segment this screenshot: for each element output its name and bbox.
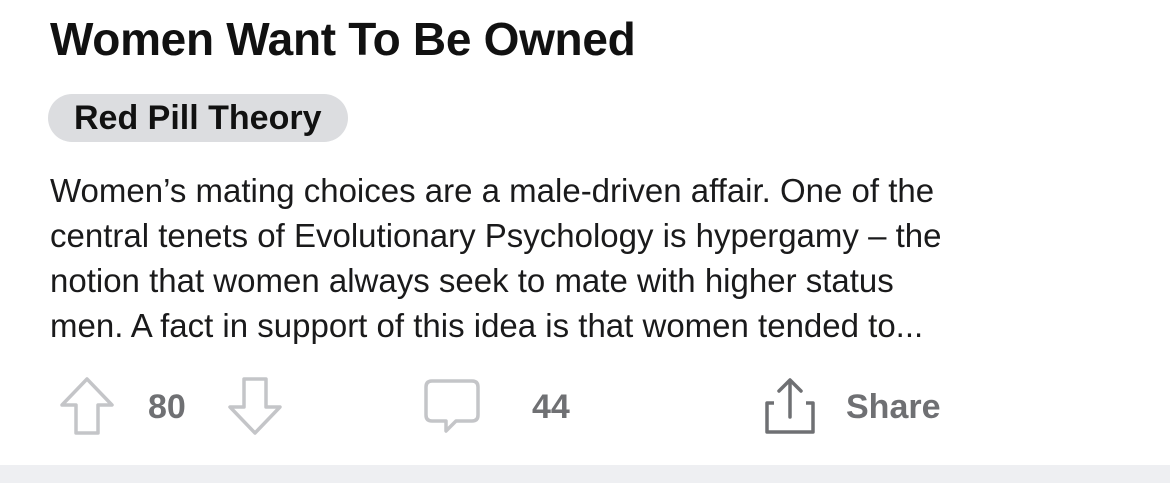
- arrow-down-icon: [228, 377, 282, 435]
- speech-bubble-icon: [424, 379, 480, 433]
- post-body-line: central tenets of Evolutionary Psycholog…: [50, 217, 942, 254]
- action-bar: 80 44 Share: [0, 375, 1170, 439]
- share-button[interactable]: Share: [760, 375, 960, 439]
- comments-button[interactable]: [422, 375, 484, 439]
- share-label: Share: [846, 388, 941, 426]
- downvote-button[interactable]: [226, 375, 286, 439]
- post-card[interactable]: Women Want To Be Owned Red Pill Theory W…: [0, 0, 1170, 465]
- post-title[interactable]: Women Want To Be Owned: [50, 10, 636, 68]
- post-body-line: notion that women always seek to mate wi…: [50, 262, 894, 299]
- post-flair[interactable]: Red Pill Theory: [48, 94, 348, 142]
- vote-count: 80: [148, 388, 186, 426]
- card-separator: [0, 465, 1170, 483]
- post-body[interactable]: Women’s mating choices are a male-driven…: [50, 168, 1140, 348]
- arrow-up-icon: [60, 377, 114, 435]
- post-body-line: men. A fact in support of this idea is t…: [50, 307, 924, 344]
- upvote-button[interactable]: [58, 375, 118, 439]
- post-body-line: Women’s mating choices are a male-driven…: [50, 172, 935, 209]
- share-upload-icon: [765, 378, 815, 434]
- comment-count: 44: [532, 388, 570, 426]
